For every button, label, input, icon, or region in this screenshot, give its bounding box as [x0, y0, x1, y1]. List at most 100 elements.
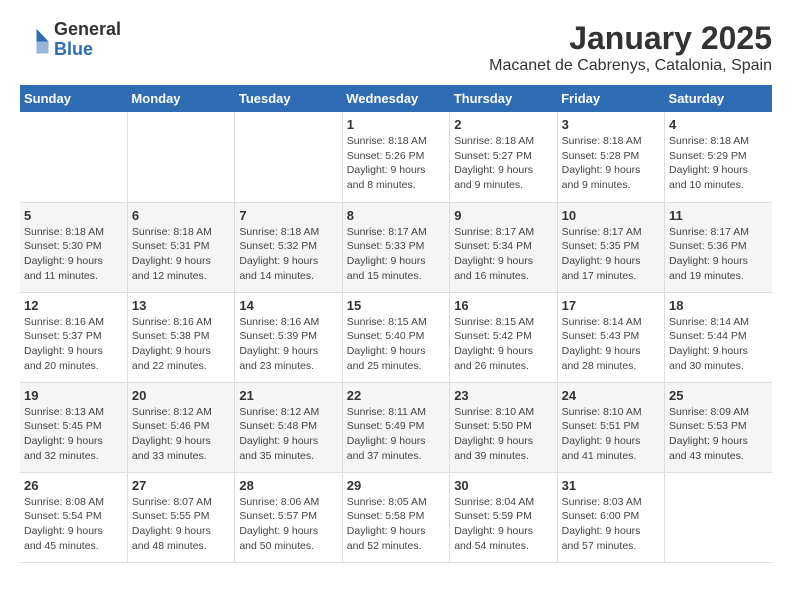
day-info: Sunrise: 8:16 AM Sunset: 5:38 PM Dayligh… — [132, 315, 230, 374]
day-header-tuesday: Tuesday — [235, 85, 342, 112]
day-info: Sunrise: 8:14 AM Sunset: 5:44 PM Dayligh… — [669, 315, 768, 374]
calendar-cell: 1 Sunrise: 8:18 AM Sunset: 5:26 PM Daylig… — [342, 112, 449, 202]
calendar-cell — [235, 112, 342, 202]
calendar-cell: 11 Sunrise: 8:17 AM Sunset: 5:36 PM Dayli… — [665, 202, 772, 292]
calendar-cell: 26Sunrise: 8:08 AM Sunset: 5:54 PM Dayli… — [20, 472, 127, 562]
day-info: Sunrise: 8:18 AM Sunset: 5:31 PM Dayligh… — [132, 225, 230, 284]
calendar-table: SundayMondayTuesdayWednesdayThursdayFrid… — [20, 85, 772, 563]
day-number: 24 — [562, 388, 660, 403]
calendar-week-row: 26Sunrise: 8:08 AM Sunset: 5:54 PM Dayli… — [20, 472, 772, 562]
calendar-cell: 23Sunrise: 8:10 AM Sunset: 5:50 PM Dayli… — [450, 382, 557, 472]
day-info: Sunrise: 8:18 AM Sunset: 5:28 PM Dayligh… — [562, 134, 660, 193]
day-number: 27 — [132, 478, 230, 493]
day-number: 2 — [454, 117, 552, 132]
calendar-week-row: 1 Sunrise: 8:18 AM Sunset: 5:26 PM Daylig… — [20, 112, 772, 202]
day-number: 18 — [669, 298, 768, 313]
day-info: Sunrise: 8:03 AM Sunset: 6:00 PM Dayligh… — [562, 495, 660, 554]
page-title: January 2025 — [489, 20, 772, 57]
day-header-monday: Monday — [127, 85, 234, 112]
calendar-cell: 16 Sunrise: 8:15 AM Sunset: 5:42 PM Dayli… — [450, 292, 557, 382]
logo-blue: Blue — [54, 40, 121, 60]
day-number: 11 — [669, 208, 768, 223]
day-header-wednesday: Wednesday — [342, 85, 449, 112]
day-number: 25 — [669, 388, 768, 403]
day-header-saturday: Saturday — [665, 85, 772, 112]
day-info: Sunrise: 8:18 AM Sunset: 5:29 PM Dayligh… — [669, 134, 768, 193]
day-info: Sunrise: 8:18 AM Sunset: 5:32 PM Dayligh… — [239, 225, 337, 284]
calendar-cell: 9Sunrise: 8:17 AM Sunset: 5:34 PM Daylig… — [450, 202, 557, 292]
calendar-cell: 28 Sunrise: 8:06 AM Sunset: 5:57 PM Dayli… — [235, 472, 342, 562]
day-info: Sunrise: 8:12 AM Sunset: 5:48 PM Dayligh… — [239, 405, 337, 464]
day-info: Sunrise: 8:16 AM Sunset: 5:37 PM Dayligh… — [24, 315, 123, 374]
calendar-cell: 31 Sunrise: 8:03 AM Sunset: 6:00 PM Dayli… — [557, 472, 664, 562]
day-number: 7 — [239, 208, 337, 223]
day-number: 29 — [347, 478, 445, 493]
calendar-cell: 12Sunrise: 8:16 AM Sunset: 5:37 PM Dayli… — [20, 292, 127, 382]
day-info: Sunrise: 8:14 AM Sunset: 5:43 PM Dayligh… — [562, 315, 660, 374]
calendar-header-row: SundayMondayTuesdayWednesdayThursdayFrid… — [20, 85, 772, 112]
day-info: Sunrise: 8:17 AM Sunset: 5:33 PM Dayligh… — [347, 225, 445, 284]
day-number: 19 — [24, 388, 123, 403]
calendar-cell: 3Sunrise: 8:18 AM Sunset: 5:28 PM Daylig… — [557, 112, 664, 202]
calendar-cell: 17 Sunrise: 8:14 AM Sunset: 5:43 PM Dayli… — [557, 292, 664, 382]
day-header-thursday: Thursday — [450, 85, 557, 112]
calendar-cell: 21Sunrise: 8:12 AM Sunset: 5:48 PM Dayli… — [235, 382, 342, 472]
day-number: 23 — [454, 388, 552, 403]
day-number: 28 — [239, 478, 337, 493]
day-info: Sunrise: 8:13 AM Sunset: 5:45 PM Dayligh… — [24, 405, 123, 464]
day-number: 15 — [347, 298, 445, 313]
day-info: Sunrise: 8:09 AM Sunset: 5:53 PM Dayligh… — [669, 405, 768, 464]
logo-icon — [20, 25, 50, 55]
day-number: 26 — [24, 478, 123, 493]
day-number: 16 — [454, 298, 552, 313]
calendar-cell: 18 Sunrise: 8:14 AM Sunset: 5:44 PM Dayli… — [665, 292, 772, 382]
calendar-cell: 25 Sunrise: 8:09 AM Sunset: 5:53 PM Dayli… — [665, 382, 772, 472]
calendar-cell — [20, 112, 127, 202]
calendar-week-row: 19 Sunrise: 8:13 AM Sunset: 5:45 PM Dayli… — [20, 382, 772, 472]
day-number: 1 — [347, 117, 445, 132]
calendar-week-row: 12Sunrise: 8:16 AM Sunset: 5:37 PM Dayli… — [20, 292, 772, 382]
day-number: 10 — [562, 208, 660, 223]
day-number: 22 — [347, 388, 445, 403]
day-info: Sunrise: 8:18 AM Sunset: 5:30 PM Dayligh… — [24, 225, 123, 284]
day-info: Sunrise: 8:04 AM Sunset: 5:59 PM Dayligh… — [454, 495, 552, 554]
day-header-friday: Friday — [557, 85, 664, 112]
logo-text: General Blue — [54, 20, 121, 60]
day-info: Sunrise: 8:18 AM Sunset: 5:27 PM Dayligh… — [454, 134, 552, 193]
logo: General Blue — [20, 20, 121, 60]
calendar-cell: 7 Sunrise: 8:18 AM Sunset: 5:32 PM Daylig… — [235, 202, 342, 292]
calendar-cell: 6 Sunrise: 8:18 AM Sunset: 5:31 PM Daylig… — [127, 202, 234, 292]
calendar-week-row: 5 Sunrise: 8:18 AM Sunset: 5:30 PM Daylig… — [20, 202, 772, 292]
day-number: 9 — [454, 208, 552, 223]
calendar-cell: 10 Sunrise: 8:17 AM Sunset: 5:35 PM Dayli… — [557, 202, 664, 292]
day-number: 30 — [454, 478, 552, 493]
calendar-cell: 30 Sunrise: 8:04 AM Sunset: 5:59 PM Dayli… — [450, 472, 557, 562]
day-number: 13 — [132, 298, 230, 313]
calendar-cell: 24Sunrise: 8:10 AM Sunset: 5:51 PM Dayli… — [557, 382, 664, 472]
day-info: Sunrise: 8:18 AM Sunset: 5:26 PM Dayligh… — [347, 134, 445, 193]
day-number: 6 — [132, 208, 230, 223]
day-info: Sunrise: 8:05 AM Sunset: 5:58 PM Dayligh… — [347, 495, 445, 554]
day-number: 31 — [562, 478, 660, 493]
day-number: 20 — [132, 388, 230, 403]
calendar-cell: 5 Sunrise: 8:18 AM Sunset: 5:30 PM Daylig… — [20, 202, 127, 292]
day-info: Sunrise: 8:17 AM Sunset: 5:36 PM Dayligh… — [669, 225, 768, 284]
day-info: Sunrise: 8:15 AM Sunset: 5:40 PM Dayligh… — [347, 315, 445, 374]
day-header-sunday: Sunday — [20, 85, 127, 112]
calendar-cell: 29 Sunrise: 8:05 AM Sunset: 5:58 PM Dayli… — [342, 472, 449, 562]
page-subtitle: Macanet de Cabrenys, Catalonia, Spain — [489, 57, 772, 75]
calendar-cell — [665, 472, 772, 562]
calendar-cell: 22Sunrise: 8:11 AM Sunset: 5:49 PM Dayli… — [342, 382, 449, 472]
day-number: 4 — [669, 117, 768, 132]
title-block: January 2025 Macanet de Cabrenys, Catalo… — [489, 20, 772, 75]
calendar-cell: 20 Sunrise: 8:12 AM Sunset: 5:46 PM Dayli… — [127, 382, 234, 472]
day-info: Sunrise: 8:15 AM Sunset: 5:42 PM Dayligh… — [454, 315, 552, 374]
calendar-cell: 4 Sunrise: 8:18 AM Sunset: 5:29 PM Daylig… — [665, 112, 772, 202]
day-number: 17 — [562, 298, 660, 313]
day-info: Sunrise: 8:17 AM Sunset: 5:35 PM Dayligh… — [562, 225, 660, 284]
day-number: 5 — [24, 208, 123, 223]
day-info: Sunrise: 8:07 AM Sunset: 5:55 PM Dayligh… — [132, 495, 230, 554]
day-info: Sunrise: 8:12 AM Sunset: 5:46 PM Dayligh… — [132, 405, 230, 464]
calendar-cell: 2 Sunrise: 8:18 AM Sunset: 5:27 PM Daylig… — [450, 112, 557, 202]
day-info: Sunrise: 8:06 AM Sunset: 5:57 PM Dayligh… — [239, 495, 337, 554]
